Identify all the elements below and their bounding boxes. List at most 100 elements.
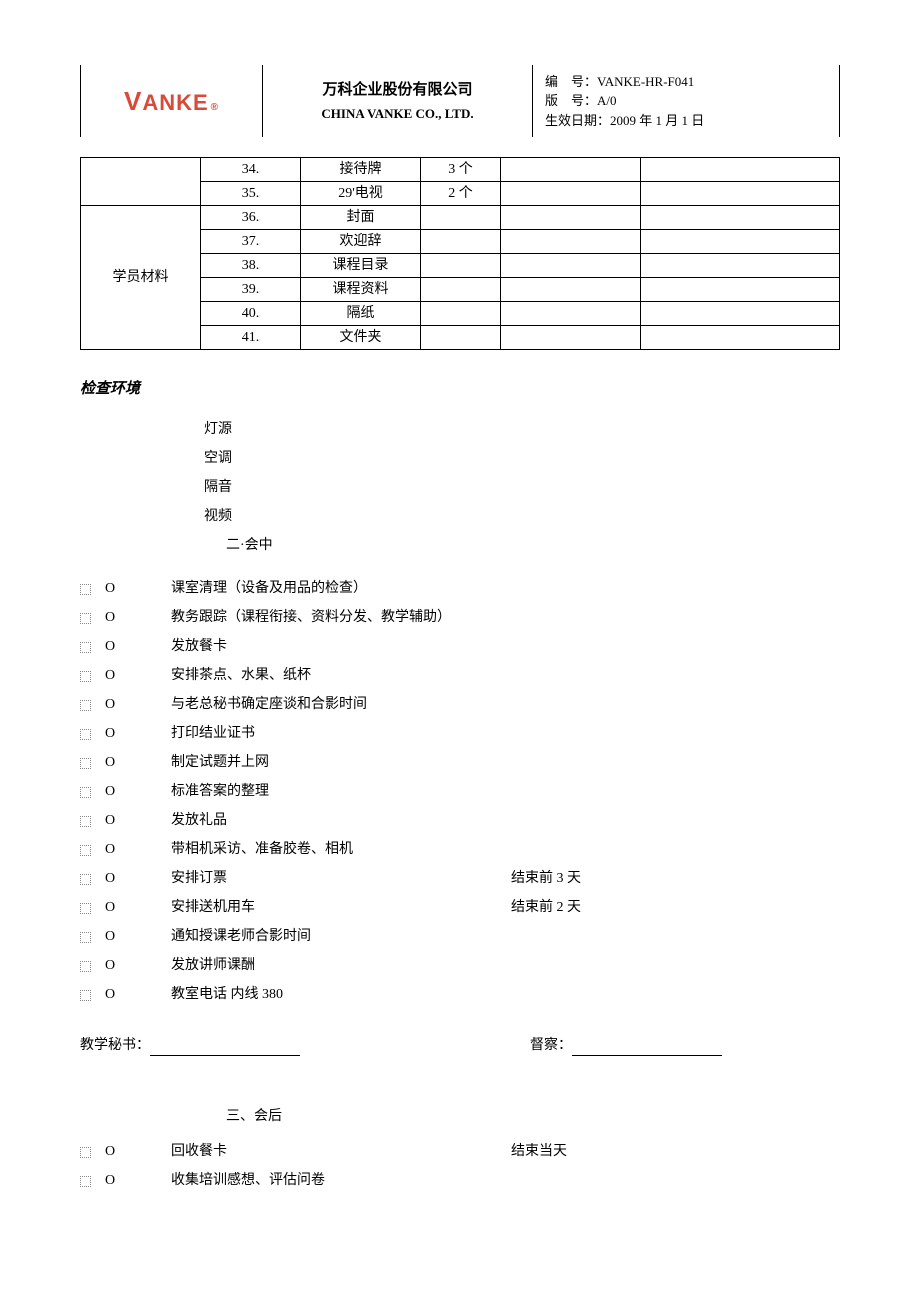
marker-o: O: [105, 810, 121, 831]
blank-cell: [501, 326, 641, 350]
signature-line[interactable]: [572, 1042, 722, 1056]
sign-label: 督察：: [530, 1038, 572, 1053]
item-cell: 课程资料: [301, 278, 421, 302]
check-row: O打印结业证书: [80, 723, 840, 744]
check-text: 与老总秘书确定座谈和合影时间: [171, 694, 511, 715]
check-note: 结束前 2 天: [511, 897, 581, 918]
checkbox-icon[interactable]: [80, 1147, 91, 1158]
env-item: 视频: [204, 506, 840, 527]
item-cell: 29'电视: [301, 182, 421, 206]
section-3-heading: 三、会后: [226, 1106, 840, 1127]
marker-o: O: [105, 1170, 121, 1191]
qty-cell: 2 个: [421, 182, 501, 206]
check-text: 带相机采访、准备胶卷、相机: [171, 839, 511, 860]
doc-meta-cell: 编 号：VANKE-HR-F041 版 号：A/0 生效日期：2009 年 1 …: [533, 65, 839, 137]
table-row: 34. 接待牌 3 个: [81, 158, 840, 182]
num-cell: 35.: [201, 182, 301, 206]
qty-cell: [421, 230, 501, 254]
marker-o: O: [105, 868, 121, 889]
check-row: O通知授课老师合影时间: [80, 926, 840, 947]
num-cell: 40.: [201, 302, 301, 326]
env-item: 灯源: [204, 419, 840, 440]
marker-o: O: [105, 984, 121, 1005]
checkbox-icon[interactable]: [80, 642, 91, 653]
qty-cell: [421, 206, 501, 230]
check-row: O回收餐卡结束当天: [80, 1141, 840, 1162]
check-row: O 收集培训感想、评估问卷: [80, 1170, 840, 1191]
sign-supervisor: 督察：: [530, 1035, 722, 1056]
check-text: 回收餐卡: [171, 1141, 511, 1162]
blank-cell: [641, 158, 840, 182]
blank-cell: [501, 206, 641, 230]
marker-o: O: [105, 665, 121, 686]
num-cell: 38.: [201, 254, 301, 278]
num-cell: 37.: [201, 230, 301, 254]
check-text: 安排送机用车: [171, 897, 511, 918]
checkbox-icon[interactable]: [80, 961, 91, 972]
check-row: O 安排送机用车结束前 2 天: [80, 897, 840, 918]
check-row: O课室清理（设备及用品的检查）: [80, 578, 840, 599]
check-text: 教务跟踪（课程衔接、资料分发、教学辅助）: [171, 607, 511, 628]
qty-cell: [421, 278, 501, 302]
signature-line[interactable]: [150, 1042, 300, 1056]
checkbox-icon[interactable]: [80, 613, 91, 624]
blank-cell: [641, 326, 840, 350]
check-row: O制定试题并上网: [80, 752, 840, 773]
section-2-heading: 二·会中: [226, 535, 840, 556]
check-row: O带相机采访、准备胶卷、相机: [80, 839, 840, 860]
checkbox-icon[interactable]: [80, 787, 91, 798]
marker-o: O: [105, 781, 121, 802]
checkbox-icon[interactable]: [80, 990, 91, 1001]
check-text: 发放礼品: [171, 810, 511, 831]
qty-cell: [421, 326, 501, 350]
checkbox-icon[interactable]: [80, 932, 91, 943]
blank-cell: [501, 254, 641, 278]
marker-o: O: [105, 897, 121, 918]
blank-cell: [501, 158, 641, 182]
blank-cell: [641, 254, 840, 278]
section-check-environment: 检查环境: [80, 378, 840, 401]
qty-cell: [421, 254, 501, 278]
blank-cell: [641, 206, 840, 230]
marker-o: O: [105, 955, 121, 976]
check-row: O 教务跟踪（课程衔接、资料分发、教学辅助）: [80, 607, 840, 628]
checkbox-icon[interactable]: [80, 874, 91, 885]
company-cell: 万科企业股份有限公司 CHINA VANKE CO., LTD.: [263, 65, 533, 137]
item-cell: 接待牌: [301, 158, 421, 182]
blank-cell: [641, 302, 840, 326]
blank-cell: [641, 278, 840, 302]
check-text: 收集培训感想、评估问卷: [171, 1170, 511, 1191]
num-cell: 34.: [201, 158, 301, 182]
blank-cell: [501, 182, 641, 206]
check-text: 发放讲师课酬: [171, 955, 511, 976]
checkbox-icon[interactable]: [80, 758, 91, 769]
checkbox-icon[interactable]: [80, 845, 91, 856]
check-text: 打印结业证书: [171, 723, 511, 744]
checkbox-icon[interactable]: [80, 816, 91, 827]
check-text: 安排订票: [171, 868, 511, 889]
check-text: 教室电话 内线 380: [171, 984, 511, 1005]
signature-row: 教学秘书： 督察：: [80, 1035, 840, 1056]
marker-o: O: [105, 607, 121, 628]
blank-cell: [641, 230, 840, 254]
checkbox-icon[interactable]: [80, 671, 91, 682]
blank-cell: [501, 230, 641, 254]
qty-cell: [421, 302, 501, 326]
check-text: 通知授课老师合影时间: [171, 926, 511, 947]
checkbox-icon[interactable]: [80, 729, 91, 740]
checkbox-icon[interactable]: [80, 1176, 91, 1187]
company-name-cn: 万科企业股份有限公司: [322, 79, 472, 102]
item-cell: 课程目录: [301, 254, 421, 278]
marker-o: O: [105, 578, 121, 599]
check-text: 安排茶点、水果、纸杯: [171, 665, 511, 686]
marker-o: O: [105, 636, 121, 657]
checkbox-icon[interactable]: [80, 903, 91, 914]
logo-cell: VANKE®: [81, 65, 263, 137]
checkbox-icon[interactable]: [80, 584, 91, 595]
checklist-during: O课室清理（设备及用品的检查）O教务跟踪（课程衔接、资料分发、教学辅助）O发放餐…: [80, 578, 840, 1005]
num-cell: 39.: [201, 278, 301, 302]
checkbox-icon[interactable]: [80, 700, 91, 711]
check-row: O与老总秘书确定座谈和合影时间: [80, 694, 840, 715]
num-cell: 36.: [201, 206, 301, 230]
item-cell: 隔纸: [301, 302, 421, 326]
